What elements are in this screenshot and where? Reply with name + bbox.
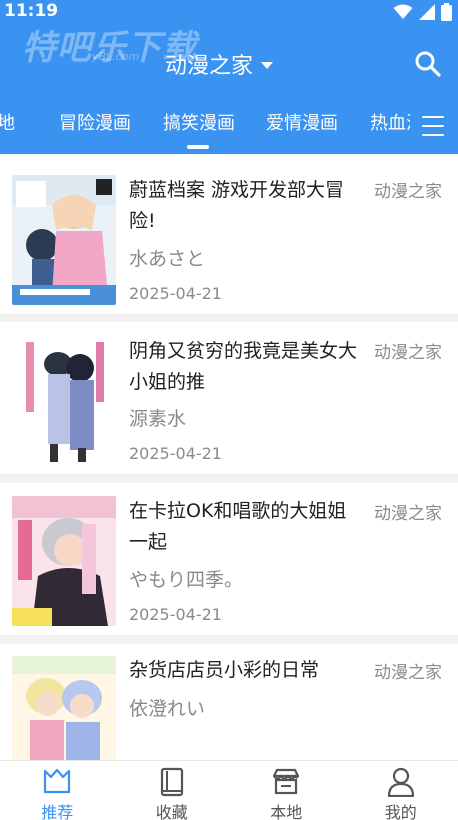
comic-cover-karaoke [12,496,116,626]
nav-favorites[interactable]: 收藏 [115,761,230,820]
nav-label: 收藏 [155,803,188,820]
signal-icon [419,4,435,20]
category-tabs: 本地 冒险漫画 搞笑漫画 爱情漫画 热血漫画 [0,109,410,149]
bottom-nav: 推荐 收藏 本地 我的 [0,760,458,820]
wifi-icon [393,4,413,19]
comic-date: 2025-04-21 [129,444,222,463]
comic-author: やもり四季。 [129,569,244,591]
tab-romance[interactable]: 爱情漫画 [266,109,338,135]
bookshelf-icon [160,767,183,797]
comic-source: 动漫之家 [374,343,442,363]
tab-comedy[interactable]: 搞笑漫画 [163,109,235,135]
comic-title: 蔚蓝档案 游戏开发部大冒险! [129,179,345,232]
watermark-sub: yBL.com [92,50,140,63]
comic-card[interactable]: 在卡拉OK和唱歌的大姐姐一起 やもり四季。 2025-04-21 动漫之家 [0,483,458,635]
caret-down-icon [261,61,274,69]
comic-author: 源素水 [129,408,187,430]
comic-source: 动漫之家 [374,504,442,524]
store-icon [273,768,300,795]
nav-label: 推荐 [41,803,74,820]
comic-card[interactable]: 杂货店店员小彩的日常 依澄れい 动漫之家 [0,644,458,764]
nav-label: 本地 [270,803,303,820]
comic-cover-inkya [12,334,116,464]
app-header: 特吧乐下载 yBL.com 动漫之家 本地 冒险漫画 搞笑漫画 爱情漫画 热血漫… [0,24,458,154]
source-selector[interactable]: 动漫之家 [165,48,274,80]
comic-cover-zakka [12,656,116,764]
comic-card[interactable]: 阴角又贫穷的我竟是美女大小姐的推 源素水 2025-04-21 动漫之家 [0,322,458,474]
tab-action[interactable]: 热血漫画 [370,109,410,135]
tab-local[interactable]: 本地 [0,109,15,135]
comic-card[interactable]: 蔚蓝档案 游戏开发部大冒险! 水あさと 2025-04-21 动漫之家 [0,154,458,314]
battery-icon [441,3,452,21]
comic-source: 动漫之家 [374,182,442,202]
comic-author: 依澄れい [129,698,206,720]
comic-title: 阴角又贫穷的我竟是美女大小姐的推 [129,340,358,393]
status-time: 11:19 [4,1,59,21]
nav-recommend[interactable]: 推荐 [0,761,115,820]
comic-source: 动漫之家 [374,663,442,683]
comic-cover-blue-archive [12,175,116,305]
comic-author: 水あさと [129,248,206,270]
comic-date: 2025-04-21 [129,605,222,624]
comic-title: 在卡拉OK和唱歌的大姐姐一起 [129,500,347,553]
tab-adventure[interactable]: 冒险漫画 [59,109,131,135]
nav-label: 我的 [384,803,417,820]
tab-menu-button[interactable] [422,116,444,138]
nav-profile[interactable]: 我的 [344,761,458,820]
search-icon[interactable] [414,50,442,78]
recommend-icon [44,768,71,794]
profile-icon [387,767,414,797]
source-title: 动漫之家 [165,54,254,79]
status-icons [393,3,452,21]
comic-title: 杂货店店员小彩的日常 [129,659,320,681]
comic-date: 2025-04-21 [129,284,222,303]
nav-local[interactable]: 本地 [229,761,344,820]
active-tab-indicator [187,145,209,149]
